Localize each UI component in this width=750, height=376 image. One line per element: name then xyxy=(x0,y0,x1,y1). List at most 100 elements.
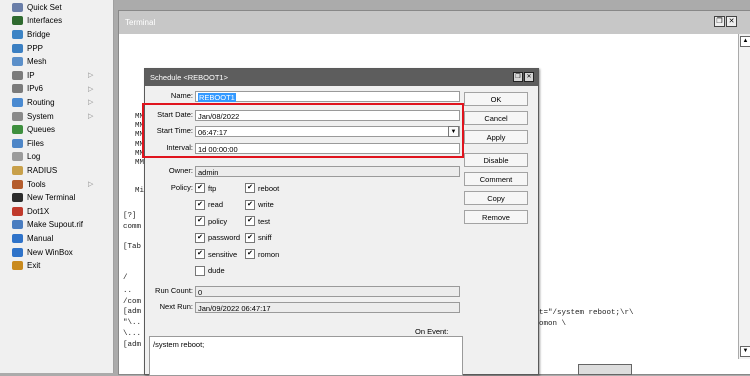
policy-sensitive-checkbox[interactable]: ✔ sensitive xyxy=(195,249,237,259)
terminal-fragment: /com xyxy=(123,298,142,306)
policy-label: Policy: xyxy=(170,183,193,192)
policy-label-text: sniff xyxy=(258,233,272,242)
checkmark-icon: ✔ xyxy=(245,216,255,226)
policy-label-text: ftp xyxy=(208,183,217,193)
files-icon xyxy=(12,138,23,148)
on-event-script: /system reboot; xyxy=(153,340,205,349)
checkmark-icon: ✔ xyxy=(245,183,255,193)
quick-set-icon xyxy=(12,2,23,12)
sidebar-item-label: Exit xyxy=(27,261,41,271)
sidebar-item-radius[interactable]: RADIUS xyxy=(0,164,112,178)
checkmark-icon: ✔ xyxy=(195,216,205,226)
terminal-script-text: omon \ xyxy=(539,320,567,328)
sidebar-item-manual[interactable]: Manual xyxy=(0,232,112,246)
terminal-fragment: Mi xyxy=(135,187,145,195)
sidebar-item-dot1x[interactable]: Dot1X xyxy=(0,205,112,219)
terminal-script-text: t="/system reboot;\r\ xyxy=(539,309,634,317)
checkmark-icon: ✔ xyxy=(195,249,205,259)
sidebar-item-mesh[interactable]: Mesh xyxy=(0,55,112,69)
sidebar-item-quick-set[interactable]: Quick Set xyxy=(0,1,112,15)
sidebar-item-ipv6[interactable]: IPv6 ▷ xyxy=(0,82,112,96)
terminal-scrollbar[interactable]: ▲ ▼ xyxy=(738,34,750,359)
disable-button[interactable]: Disable xyxy=(464,153,528,167)
policy-read-checkbox[interactable]: ✔ read xyxy=(195,199,224,210)
terminal-fragment: \... xyxy=(123,330,142,338)
sidebar-item-label: Tools xyxy=(27,179,46,189)
owner-label: Owner: xyxy=(168,166,193,175)
policy-label-text: policy xyxy=(208,216,228,226)
sidebar-item-tools[interactable]: Tools ▷ xyxy=(0,177,112,191)
checkmark-icon: ✔ xyxy=(245,199,255,210)
ok-button[interactable]: OK xyxy=(464,92,528,106)
terminal-fragment: / xyxy=(123,274,128,282)
checkmark-icon: ✔ xyxy=(195,232,205,243)
bridge-icon xyxy=(12,29,23,39)
policy-dude-checkbox[interactable]: dude xyxy=(195,265,225,276)
winbox-icon xyxy=(12,247,23,257)
sidebar-item-new-winbox[interactable]: New WinBox xyxy=(0,245,112,259)
checkmark-icon: ✔ xyxy=(195,199,205,210)
terminal-fragment: [Tab xyxy=(123,243,142,251)
submenu-arrow-icon: ▷ xyxy=(88,99,94,107)
name-field[interactable]: REBOOT1 xyxy=(195,91,460,102)
remove-button[interactable]: Remove xyxy=(464,210,528,224)
terminal-fragment: [?] xyxy=(123,212,137,220)
copy-button[interactable]: Copy xyxy=(464,191,528,205)
sidebar-item-system[interactable]: System ▷ xyxy=(0,109,112,123)
policy-reboot-checkbox[interactable]: ✔ reboot xyxy=(245,183,279,193)
interfaces-icon xyxy=(12,16,23,26)
terminal-fragment: [adm xyxy=(123,308,142,316)
run-count-field: 0 xyxy=(195,286,460,297)
sidebar-item-ip[interactable]: IP ▷ xyxy=(0,69,112,83)
policy-sniff-checkbox[interactable]: ✔ sniff xyxy=(245,232,272,243)
supout-icon xyxy=(12,220,23,230)
sidebar-item-label: Dot1X xyxy=(27,206,50,216)
apply-button[interactable]: Apply xyxy=(464,130,528,144)
policy-password-checkbox[interactable]: ✔ password xyxy=(195,232,240,243)
ipv6-icon xyxy=(12,84,23,94)
policy-romon-checkbox[interactable]: ✔ romon xyxy=(245,249,279,259)
close-button[interactable]: ✕ xyxy=(726,16,737,27)
sidebar-item-log[interactable]: Log xyxy=(0,150,112,164)
terminal-window-controls: ❐ ✕ xyxy=(714,16,737,27)
restore-button[interactable]: ❐ xyxy=(513,72,523,82)
sidebar-item-label: Log xyxy=(27,152,41,162)
sidebar-item-new-terminal[interactable]: New Terminal xyxy=(0,191,112,205)
sidebar-item-exit[interactable]: Exit xyxy=(0,259,112,273)
next-run-label: Next Run: xyxy=(159,302,193,311)
terminal-fragment: .. xyxy=(123,287,133,295)
sidebar-item-interfaces[interactable]: Interfaces xyxy=(0,14,112,28)
background-window-tab[interactable] xyxy=(578,364,632,375)
name-label: Name: xyxy=(170,91,193,100)
policy-ftp-checkbox[interactable]: ✔ ftp xyxy=(195,183,216,193)
sidebar-item-label: RADIUS xyxy=(27,165,58,175)
policy-label-text: write xyxy=(258,200,274,209)
policy-label-text: romon xyxy=(258,249,280,259)
sidebar-item-ppp[interactable]: PPP xyxy=(0,41,112,55)
sidebar-item-queues[interactable]: Queues xyxy=(0,123,112,137)
sidebar-item-files[interactable]: Files xyxy=(0,137,112,151)
name-value: REBOOT1 xyxy=(198,93,236,102)
terminal-fragment: "\.. xyxy=(123,319,142,327)
run-count-label: Run Count: xyxy=(155,286,193,295)
policy-label-text: read xyxy=(208,200,224,209)
sidebar-item-make-supout-rif[interactable]: Make Supout.rif xyxy=(0,218,112,232)
system-gear-icon xyxy=(12,111,23,121)
submenu-arrow-icon: ▷ xyxy=(88,85,94,93)
on-event-editor[interactable]: /system reboot; xyxy=(149,336,463,376)
sidebar-item-bridge[interactable]: Bridge xyxy=(0,28,112,42)
cancel-button[interactable]: Cancel xyxy=(464,111,528,125)
policy-test-checkbox[interactable]: ✔ test xyxy=(245,216,270,226)
policy-write-checkbox[interactable]: ✔ write xyxy=(245,199,274,210)
close-button[interactable]: ✕ xyxy=(524,72,534,82)
scroll-down-icon[interactable]: ▼ xyxy=(740,346,750,357)
policy-policy-checkbox[interactable]: ✔ policy xyxy=(195,216,227,226)
comment-button[interactable]: Comment xyxy=(464,172,528,186)
scroll-up-icon[interactable]: ▲ xyxy=(740,36,750,47)
sidebar-item-label: Queues xyxy=(27,125,56,135)
restore-button[interactable]: ❐ xyxy=(714,16,725,27)
owner-field: admin xyxy=(195,166,460,177)
sidebar-item-label: New WinBox xyxy=(27,247,73,257)
sidebar-item-routing[interactable]: Routing ▷ xyxy=(0,96,112,110)
sidebar-item-label: PPP xyxy=(27,43,44,53)
